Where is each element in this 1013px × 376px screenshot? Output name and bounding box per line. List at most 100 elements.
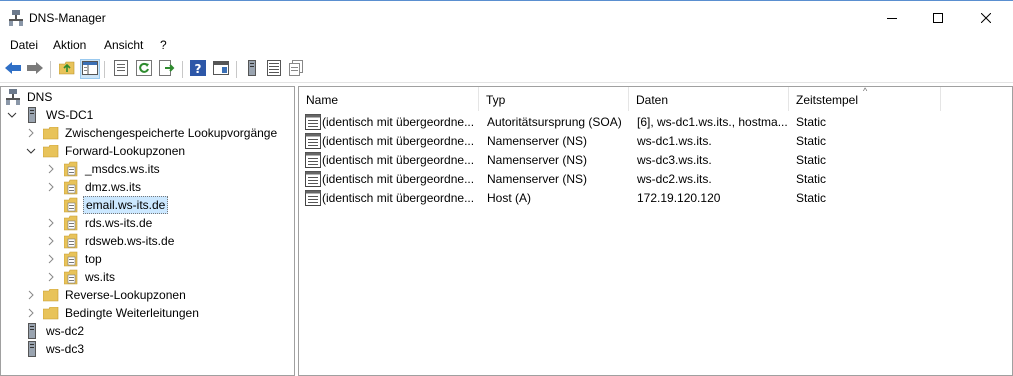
show-hide-tree-button[interactable] — [80, 59, 100, 79]
table-row[interactable]: (identisch mit übergeordne... Namenserve… — [299, 170, 1012, 189]
record-icon — [305, 190, 321, 206]
column-header-name[interactable]: Name — [299, 87, 479, 111]
refresh-icon — [136, 59, 152, 79]
records-button[interactable] — [264, 59, 284, 79]
chevron-right-icon[interactable] — [45, 253, 57, 265]
chevron-right-icon[interactable] — [45, 163, 57, 175]
chevron-right-icon[interactable] — [25, 307, 37, 319]
export-list-button[interactable] — [157, 59, 177, 79]
server-button[interactable] — [242, 59, 262, 79]
mmc-view-button[interactable] — [211, 59, 231, 79]
server-icon — [24, 107, 40, 123]
folder-icon — [43, 143, 59, 159]
show-hide-tree-icon — [82, 60, 98, 78]
tree-item-zone[interactable]: rds.ws-its.de — [45, 214, 154, 232]
chevron-down-icon[interactable] — [6, 109, 18, 121]
menu-help[interactable]: ? — [160, 38, 167, 52]
help-button[interactable]: ? — [188, 59, 208, 79]
tree-label: _msdcs.ws.its — [85, 162, 160, 176]
zone-icon — [63, 233, 79, 249]
properties-button[interactable] — [111, 59, 131, 79]
record-icon — [305, 114, 321, 130]
menu-datei[interactable]: Datei — [10, 38, 38, 52]
tree-item-zone[interactable]: top — [45, 250, 104, 268]
tree-label: rdsweb.ws-its.de — [85, 234, 175, 248]
table-row[interactable]: (identisch mit übergeordne... Namenserve… — [299, 151, 1012, 170]
zone-icon — [63, 215, 79, 231]
chevron-right-icon[interactable] — [25, 127, 37, 139]
menu-aktion[interactable]: Aktion — [53, 38, 86, 52]
tree-item-ws-dc2[interactable]: ws-dc2 — [6, 322, 86, 340]
menu-bar: Datei Aktion Ansicht ? — [0, 34, 1013, 56]
cell-type: Autoritätsursprung (SOA) — [487, 115, 622, 129]
tree-label: DNS — [27, 90, 53, 104]
column-header-type[interactable]: Typ — [479, 87, 629, 111]
minimize-button[interactable] — [869, 1, 915, 34]
table-row[interactable]: (identisch mit übergeordne... Namenserve… — [299, 132, 1012, 151]
window-title: DNS-Manager — [29, 11, 106, 25]
toolbar-separator — [104, 61, 105, 78]
forward-icon — [26, 61, 44, 78]
console-tree: DNS WS-DC1 Zwischengespeicherte Lookupvo… — [0, 86, 295, 376]
chevron-right-icon[interactable] — [25, 289, 37, 301]
tree-item-forward-zones[interactable]: Forward-Lookupzonen — [25, 142, 187, 160]
table-row[interactable]: (identisch mit übergeordne... Host (A) 1… — [299, 189, 1012, 208]
tree-item-zone[interactable]: _msdcs.ws.its — [45, 160, 162, 178]
chevron-right-icon[interactable] — [45, 217, 57, 229]
cell-timestamp: Static — [796, 191, 827, 205]
copy-button[interactable] — [286, 59, 306, 79]
help-icon: ? — [190, 59, 206, 79]
up-folder-icon — [58, 61, 75, 78]
toolbar: ? — [0, 56, 1013, 83]
copy-icon — [289, 59, 303, 79]
tree-label: Reverse-Lookupzonen — [65, 288, 186, 302]
chevron-down-icon[interactable] — [25, 145, 37, 157]
cell-type: Namenserver (NS) — [487, 153, 588, 167]
tree-label: ws-dc3 — [46, 342, 85, 356]
back-button[interactable] — [3, 59, 23, 79]
zone-icon — [63, 251, 79, 267]
tree-item-ws-dc3[interactable]: ws-dc3 — [6, 340, 86, 358]
tree-item-conditional-forwarders[interactable]: Bedingte Weiterleitungen — [25, 304, 201, 322]
forward-button[interactable] — [25, 59, 45, 79]
record-icon — [305, 133, 321, 149]
tree-item-zone-selected[interactable]: email.ws-its.de — [45, 196, 169, 214]
minimize-icon — [887, 13, 897, 23]
up-folder-button[interactable] — [57, 59, 77, 79]
cell-type: Host (A) — [487, 191, 532, 205]
column-header-data[interactable]: Daten — [629, 87, 789, 111]
chevron-right-icon[interactable] — [45, 181, 57, 193]
tree-item-zone[interactable]: ws.its — [45, 268, 117, 286]
tree-item-reverse-zones[interactable]: Reverse-Lookupzonen — [25, 286, 188, 304]
menu-ansicht[interactable]: Ansicht — [104, 38, 143, 52]
zone-icon — [63, 197, 79, 213]
table-row[interactable]: (identisch mit übergeordne... Autoritäts… — [299, 113, 1012, 132]
cell-type: Namenserver (NS) — [487, 172, 588, 186]
cell-timestamp: Static — [796, 153, 827, 167]
maximize-button[interactable] — [915, 1, 961, 34]
tree-item-zone[interactable]: rdsweb.ws-its.de — [45, 232, 176, 250]
tree-item-dns[interactable]: DNS — [5, 88, 54, 106]
export-list-icon — [159, 59, 175, 79]
server-icon — [24, 341, 40, 357]
records-icon — [267, 59, 281, 79]
chevron-right-icon[interactable] — [45, 235, 57, 247]
zone-icon — [63, 269, 79, 285]
zone-icon — [63, 161, 79, 177]
cell-type: Namenserver (NS) — [487, 134, 588, 148]
chevron-right-icon[interactable] — [45, 271, 57, 283]
tree-item-cached-lookups[interactable]: Zwischengespeicherte Lookupvorgänge — [25, 124, 279, 142]
cell-name: (identisch mit übergeordne... — [322, 153, 475, 167]
folder-icon — [43, 125, 59, 141]
tree-item-zone[interactable]: dmz.ws.its — [45, 178, 143, 196]
title-bar: DNS-Manager — [0, 0, 1013, 34]
close-button[interactable] — [963, 1, 1009, 34]
svg-text:?: ? — [195, 62, 202, 76]
cell-data: [6], ws-dc1.ws.its., hostma... — [637, 115, 787, 129]
tree-label: top — [85, 252, 102, 266]
tree-item-ws-dc1[interactable]: WS-DC1 — [6, 106, 95, 124]
toolbar-separator — [182, 61, 183, 78]
refresh-button[interactable] — [134, 59, 154, 79]
folder-icon — [43, 305, 59, 321]
cell-data: ws-dc2.ws.its. — [637, 172, 712, 186]
